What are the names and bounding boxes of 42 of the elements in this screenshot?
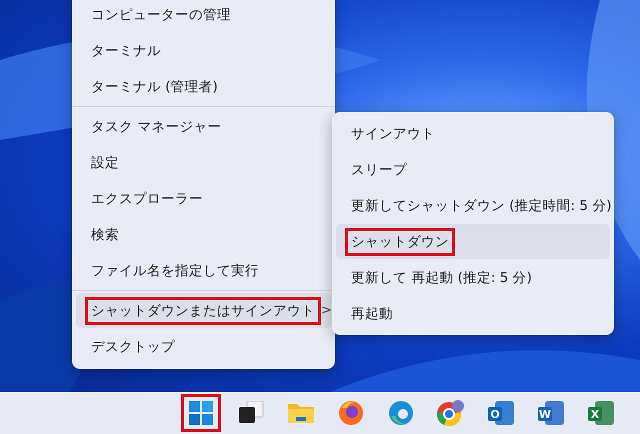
menu-item-label: 検索 [90,226,120,244]
menu-item-label: シャットダウンまたはサインアウト [85,296,321,324]
menu-item[interactable]: スリープ [336,152,610,187]
menu-item-label: サインアウト [350,124,436,144]
menu-item-label: 更新してシャットダウン (推定時間: 5 分) [350,196,613,216]
taskbar-button[interactable]: X [581,394,621,432]
menu-item[interactable]: 更新して 再起動 (推定: 5 分) [336,260,610,295]
chrome-icon [436,399,466,427]
menu-item-label: 更新して 再起動 (推定: 5 分) [350,268,533,288]
menu-item[interactable]: タスク マネージャー [76,109,331,144]
taskbar-button[interactable]: O [481,394,521,432]
menu-item[interactable]: 更新してシャットダウン (推定時間: 5 分) [336,188,610,223]
firefox-icon [338,400,364,426]
menu-item-label: スリープ [350,160,408,180]
menu-item[interactable]: シャットダウンまたはサインアウト > [76,293,331,328]
menu-item[interactable]: シャットダウン [336,224,610,259]
menu-item[interactable]: 設定 [76,145,331,180]
menu-item[interactable]: ファイル名を指定して実行 [76,253,331,288]
menu-item[interactable]: ターミナル [76,33,331,68]
task-view-icon [237,401,265,425]
menu-item-label: 設定 [90,154,120,172]
taskbar-button[interactable]: W [531,394,571,432]
menu-item[interactable]: ターミナル (管理者) [76,69,331,104]
folder-icon [287,401,315,425]
menu-item-label: タスク マネージャー [90,118,222,136]
menu-item[interactable]: エクスプローラー [76,181,331,216]
edge-icon [388,400,414,426]
menu-item-label: シャットダウン [345,228,455,256]
menu-item-label: エクスプローラー [90,190,204,208]
menu-item-label: デスクトップ [90,338,176,356]
menu-item-label: ターミナル (管理者) [90,78,219,96]
menu-item[interactable]: サインアウト [336,116,610,151]
menu-item[interactable]: デスクトップ [76,329,331,364]
menu-item-label: ファイル名を指定して実行 [90,262,260,280]
menu-item[interactable]: コンピューターの管理 [76,0,331,32]
chevron-icon: > [321,303,332,318]
menu-item-label: ターミナル [90,42,162,60]
windows-logo-icon [189,401,213,425]
menu-item-label: コンピューターの管理 [90,6,232,24]
menu-item-label: 再起動 [350,304,394,324]
menu-item[interactable]: 再起動 [336,296,610,331]
menu-item[interactable]: 検索 [76,217,331,252]
